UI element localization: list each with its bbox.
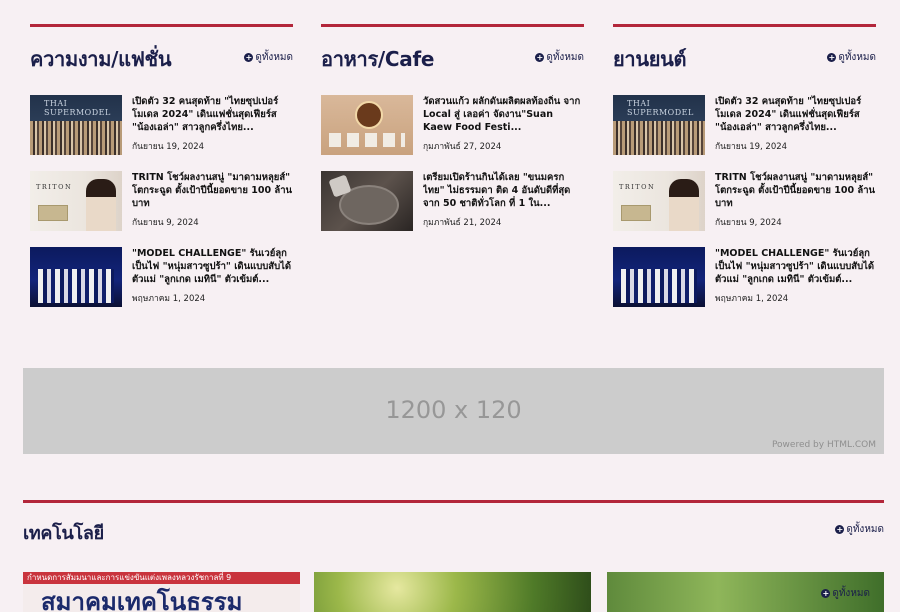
- plus-circle-icon: +: [835, 525, 845, 534]
- article-item[interactable]: THAI SUPERMODEL เปิดตัว 32 คนสุดท้าย "ไท…: [30, 95, 293, 155]
- tech-article-image[interactable]: + ดูทั้งหมด: [607, 572, 884, 612]
- section-title[interactable]: อาหาร/Cafe: [321, 43, 434, 75]
- section-technology: เทคโนโลยี + ดูทั้งหมด กำหนดการสัมมนาและก…: [23, 500, 884, 612]
- article-title[interactable]: วัดสวนแก้ว ผลักดันผลิตผลท้องถิ่น จาก Loc…: [423, 95, 584, 134]
- view-all-label: ดูทั้งหมด: [846, 524, 884, 535]
- article-title[interactable]: "MODEL CHALLENGE" รันเวย์ลุกเป็นไฟ "หนุ่…: [715, 247, 876, 286]
- section-divider: [613, 24, 876, 27]
- plus-circle-icon: +: [244, 53, 254, 62]
- section-beauty-fashion: ความงาม/แฟชั่น + ดูทั้งหมด THAI SUPERMOD…: [30, 24, 293, 307]
- section-header: เทคโนโลยี + ดูทั้งหมด: [23, 523, 884, 547]
- article-title[interactable]: "MODEL CHALLENGE" รันเวย์ลุกเป็นไฟ "หนุ่…: [132, 247, 293, 286]
- plus-circle-icon: +: [827, 53, 837, 62]
- article-title[interactable]: เตรียมเปิดร้านกินได้เลย "ขนมครกไทย" ไม่ธ…: [423, 171, 584, 210]
- cafe-photo[interactable]: [321, 95, 413, 155]
- article-date: กันยายน 9, 2024: [715, 218, 782, 228]
- article-title[interactable]: TRITN โชว์ผลงานสนู่ "มาดามหลุยส์" โตกระฉ…: [715, 171, 876, 210]
- article-item[interactable]: วัดสวนแก้ว ผลักดันผลิตผลท้องถิ่น จาก Loc…: [321, 95, 584, 155]
- article-item[interactable]: "MODEL CHALLENGE" รันเวย์ลุกเป็นไฟ "หนุ่…: [30, 247, 293, 307]
- supermodel-photo[interactable]: THAI SUPERMODEL: [30, 95, 122, 155]
- article-title[interactable]: เปิดตัว 32 คนสุดท้าย "ไทยซุปเปอร์โมเดล 2…: [132, 95, 293, 134]
- dessert-photo[interactable]: [321, 171, 413, 231]
- supermodel-photo[interactable]: THAI SUPERMODEL: [613, 95, 705, 155]
- view-all-link[interactable]: + ดูทั้งหมด: [821, 586, 870, 601]
- ad-powered-by[interactable]: Powered by HTML.COM: [772, 440, 876, 450]
- model-photo[interactable]: [613, 247, 705, 307]
- section-divider: [321, 24, 584, 27]
- article-date: พฤษภาคม 1, 2024: [715, 294, 789, 304]
- article-item[interactable]: TRITON TRITN โชว์ผลงานสนู่ "มาดามหลุยส์"…: [613, 171, 876, 231]
- article-date: กันยายน 19, 2024: [715, 142, 788, 152]
- view-all-link[interactable]: + ดูทั้งหมด: [827, 50, 876, 75]
- triton-photo[interactable]: TRITON: [30, 171, 122, 231]
- article-date: กุมภาพันธ์ 27, 2024: [423, 142, 502, 152]
- article-date: กันยายน 9, 2024: [132, 218, 199, 228]
- section-title[interactable]: ยานยนต์: [613, 43, 687, 75]
- article-item[interactable]: THAI SUPERMODEL เปิดตัว 32 คนสุดท้าย "ไท…: [613, 95, 876, 155]
- view-all-label: ดูทั้งหมด: [838, 52, 876, 63]
- thumb-caption: TRITON: [619, 183, 656, 191]
- thumb-caption: TRITON: [36, 183, 73, 191]
- section-title[interactable]: ความงาม/แฟชั่น: [30, 43, 172, 75]
- article-date: พฤษภาคม 1, 2024: [132, 294, 206, 304]
- article-title[interactable]: เปิดตัว 32 คนสุดท้าย "ไทยซุปเปอร์โมเดล 2…: [715, 95, 876, 134]
- tech-article-image[interactable]: กำหนดการสัมมนาและการแข่งขันแต่งเพลงหลวงร…: [23, 572, 300, 612]
- ad-size-label: 1200 x 120: [385, 396, 522, 424]
- article-item[interactable]: TRITON TRITN โชว์ผลงานสนู่ "มาดามหลุยส์"…: [30, 171, 293, 231]
- view-all-link[interactable]: + ดูทั้งหมด: [244, 50, 293, 75]
- article-item[interactable]: เตรียมเปิดร้านกินได้เลย "ขนมครกไทย" ไม่ธ…: [321, 171, 584, 231]
- thumb-caption: THAI SUPERMODEL: [44, 99, 111, 117]
- section-food-cafe: อาหาร/Cafe + ดูทั้งหมด วัดสวนแก้ว ผลักดั…: [321, 24, 584, 231]
- article-date: กันยายน 19, 2024: [132, 142, 205, 152]
- view-all-label: ดูทั้งหมด: [546, 52, 584, 63]
- article-title[interactable]: TRITN โชว์ผลงานสนู่ "มาดามหลุยส์" โตกระฉ…: [132, 171, 293, 210]
- triton-photo[interactable]: TRITON: [613, 171, 705, 231]
- section-automotive: ยานยนต์ + ดูทั้งหมด THAI SUPERMODEL เปิด…: [613, 24, 876, 307]
- model-photo[interactable]: [30, 247, 122, 307]
- view-all-label: ดูทั้งหมด: [255, 52, 293, 63]
- section-title[interactable]: เทคโนโลยี: [23, 518, 104, 547]
- section-divider: [23, 500, 884, 503]
- article-date: กุมภาพันธ์ 21, 2024: [423, 218, 502, 228]
- plus-circle-icon: +: [821, 589, 831, 598]
- section-header: อาหาร/Cafe + ดูทั้งหมด: [321, 47, 584, 75]
- section-header: ยานยนต์ + ดูทั้งหมด: [613, 47, 876, 75]
- section-divider: [30, 24, 293, 27]
- thumb-caption: THAI SUPERMODEL: [627, 99, 694, 117]
- tech-article-image[interactable]: [314, 572, 591, 612]
- ad-banner[interactable]: 1200 x 120 Powered by HTML.COM: [23, 368, 884, 454]
- section-header: ความงาม/แฟชั่น + ดูทั้งหมด: [30, 47, 293, 75]
- view-all-link[interactable]: + ดูทั้งหมด: [535, 50, 584, 75]
- image-headline-text: สมาคมเทคโนธรรม: [41, 588, 243, 612]
- article-item[interactable]: "MODEL CHALLENGE" รันเวย์ลุกเป็นไฟ "หนุ่…: [613, 247, 876, 307]
- view-all-label: ดูทั้งหมด: [832, 588, 870, 599]
- view-all-link[interactable]: + ดูทั้งหมด: [835, 522, 884, 547]
- plus-circle-icon: +: [535, 53, 545, 62]
